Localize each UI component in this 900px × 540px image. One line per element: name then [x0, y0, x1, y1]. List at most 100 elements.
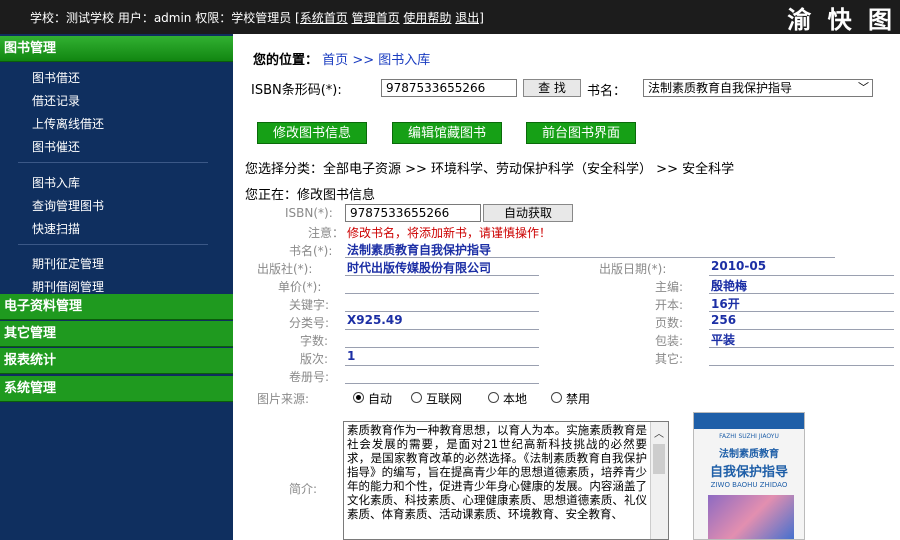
classno-label: 分类号: [289, 316, 330, 330]
editor-label: 主编: [655, 280, 684, 294]
image-source-label: 图片来源: [257, 392, 310, 406]
title-select[interactable]: 法制素质教育自我保护指导 ﹀ [643, 79, 873, 97]
price-field-line [345, 293, 539, 294]
radio-disabled[interactable] [551, 392, 562, 403]
sidebar-item-quick-scan[interactable]: 快速扫描 [32, 220, 80, 237]
isbn-search-row: ISBN条形码(*): [251, 79, 342, 98]
breadcrumb-current[interactable]: 图书入库 [378, 53, 430, 68]
breadcrumb-separator: >> [352, 53, 375, 68]
editor-value[interactable]: 殷艳梅 [711, 277, 747, 294]
frontend-book-page-button[interactable]: 前台图书界面 [526, 122, 636, 144]
edit-collection-button[interactable]: 编辑馆藏图书 [392, 122, 502, 144]
search-button[interactable]: 查 找 [523, 79, 581, 97]
sidebar-item-upload-offline[interactable]: 上传离线借还 [32, 115, 104, 132]
scroll-thumb[interactable] [653, 444, 665, 474]
edition-label: 版次: [300, 352, 329, 366]
sidebar-section-reports[interactable]: 报表统计 [0, 348, 233, 374]
admin-home-link[interactable]: 管理首页 [352, 11, 400, 25]
format-label: 开本: [655, 298, 684, 312]
system-home-link[interactable]: [系统首页 [295, 11, 348, 25]
radio-disabled-label: 禁用 [566, 392, 591, 406]
pages-label: 页数: [655, 316, 684, 330]
pubdate-value[interactable]: 2010-05 [711, 259, 766, 273]
sidebar: 图书管理 图书借还 借还记录 上传离线借还 图书催还 图书入库 查询管理图书 快… [0, 34, 233, 540]
radio-auto-label: 自动 [368, 392, 393, 406]
breadcrumb-label: 您的位置： [253, 53, 319, 68]
sidebar-item-lend-records[interactable]: 借还记录 [32, 92, 80, 109]
radio-auto[interactable] [353, 392, 364, 403]
cover-title-line2: 自我保护指导 [709, 465, 788, 480]
keywords-field-line [345, 311, 539, 312]
cover-illustration [708, 495, 794, 539]
intro-label: 简介: [289, 482, 318, 496]
cover-pinyin-top: FAZHI SUZHI JIAOYU [719, 433, 779, 440]
note-label: 注意： [308, 226, 345, 240]
radio-internet[interactable] [411, 392, 422, 403]
isbn-search-input[interactable]: 9787533655266 [381, 79, 517, 97]
edit-book-info-button[interactable]: 修改图书信息 [257, 122, 367, 144]
binding-label: 包装: [655, 334, 684, 348]
current-action: 您正在：修改图书信息 [245, 188, 376, 203]
isbn-input[interactable]: 9787533655266 [345, 204, 481, 222]
publisher-field-line [345, 275, 539, 276]
pages-value[interactable]: 256 [711, 313, 736, 327]
wordcount-label: 字数: [300, 334, 329, 348]
title-label: 书名(*): [289, 244, 333, 258]
price-label: 单价(*): [278, 280, 322, 294]
sidebar-item-lend-return[interactable]: 图书借还 [32, 69, 80, 86]
note-warning: 修改书名，将添加新书，请谨慎操作！ [347, 226, 552, 240]
cover-pinyin-bottom: ZIWO BAOHU ZHIDAO [710, 481, 788, 489]
category-path: 您选择分类：全部电子资源 >> 环境科学、劳动保护科学（安全科学） >> 安全科… [245, 162, 735, 177]
user-info: 学校：测试学校 用户：admin 权限：学校管理员 [系统首页 管理首页 使用帮… [30, 9, 484, 26]
volumes-field-line [345, 383, 539, 384]
format-value[interactable]: 16开 [711, 295, 740, 312]
sidebar-section-other[interactable]: 其它管理 [0, 321, 233, 347]
sidebar-item-reminders[interactable]: 图书催还 [32, 138, 80, 155]
editor-field-line [709, 293, 894, 294]
classno-field-line [345, 329, 539, 330]
top-bar: 学校：测试学校 用户：admin 权限：学校管理员 [系统首页 管理首页 使用帮… [0, 0, 900, 34]
brand-logo: 渝 快 图 [787, 5, 896, 34]
keywords-label: 关键字: [289, 298, 330, 312]
radio-internet-label: 互联网 [426, 392, 463, 406]
intro-scrollbar[interactable]: ︿ [650, 422, 668, 539]
sidebar-section-book-management[interactable]: 图书管理 [0, 36, 233, 62]
format-field-line [709, 311, 894, 312]
pages-field-line [709, 329, 894, 330]
help-link[interactable]: 使用帮助 [403, 11, 451, 25]
sidebar-item-query-books[interactable]: 查询管理图书 [32, 197, 104, 214]
chevron-down-icon: ﹀ [858, 81, 869, 94]
isbn-label: ISBN(*): [285, 206, 333, 220]
sidebar-item-book-stockin[interactable]: 图书入库 [32, 174, 80, 191]
sidebar-section-e-resources[interactable]: 电子资料管理 [0, 294, 233, 320]
other-field-line [709, 365, 894, 366]
isbn-search-label: ISBN条形码(*): [251, 83, 342, 98]
user-info-text: 学校：测试学校 用户：admin 权限：学校管理员 [30, 11, 296, 25]
intro-text: 素质教育作为一种教育思想，以育人为本。实施素质教育是社会发展的需要，是面对21世… [347, 423, 647, 521]
breadcrumb-home-link[interactable]: 首页 [322, 53, 348, 68]
cover-title-line1: 法制素质教育 [719, 449, 779, 460]
classno-value[interactable]: X925.49 [347, 313, 403, 327]
radio-local[interactable] [488, 392, 499, 403]
logout-link[interactable]: 退出] [455, 11, 484, 25]
intro-textarea[interactable]: 素质教育作为一种教育思想，以育人为本。实施素质教育是社会发展的需要，是面对21世… [343, 421, 669, 540]
breadcrumb: 您的位置： 首页 >> 图书入库 [253, 49, 430, 68]
wordcount-field-line [345, 347, 539, 348]
binding-field-line [709, 347, 894, 348]
sidebar-section-system[interactable]: 系统管理 [0, 376, 233, 402]
pubdate-field-line [709, 275, 894, 276]
scroll-up-icon[interactable]: ︿ [654, 425, 664, 440]
sidebar-item-periodical-subscription[interactable]: 期刊征定管理 [32, 255, 104, 272]
publisher-value[interactable]: 时代出版传媒股份有限公司 [347, 259, 540, 276]
title-value[interactable]: 法制素质教育自我保护指导 [347, 241, 491, 258]
title-select-label: 书名： [587, 84, 627, 99]
edition-value[interactable]: 1 [347, 349, 355, 363]
publisher-label: 出版社(*): [257, 262, 313, 276]
sidebar-divider [18, 244, 208, 245]
auto-fetch-button[interactable]: 自动获取 [483, 204, 573, 222]
sidebar-item-periodical-lending[interactable]: 期刊借阅管理 [32, 278, 104, 295]
main-content: 您的位置： 首页 >> 图书入库 ISBN条形码(*): 97875336552… [233, 34, 900, 540]
binding-value[interactable]: 平装 [711, 331, 735, 348]
title-select-value: 法制素质教育自我保护指导 [648, 81, 793, 95]
radio-local-label: 本地 [503, 392, 528, 406]
